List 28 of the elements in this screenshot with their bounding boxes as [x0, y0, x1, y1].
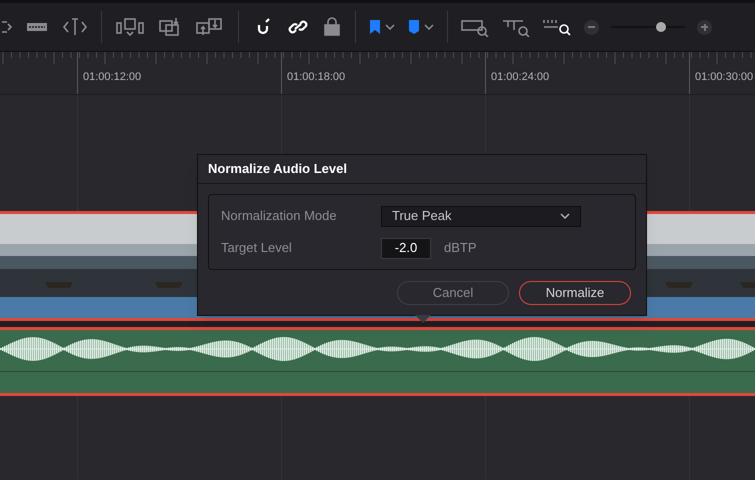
cancel-button[interactable]: Cancel [397, 281, 509, 305]
timecode-label: 01:00:30:00 [695, 71, 754, 83]
zoom-full-icon[interactable] [461, 17, 489, 37]
lock-icon[interactable] [322, 17, 342, 37]
normalize-button[interactable]: Normalize [519, 281, 631, 305]
timecode-label: 01:00:12:00 [83, 71, 142, 83]
pointer-arrow-icon [415, 315, 431, 323]
field-label: Target Level [221, 239, 293, 258]
insert-clip-icon[interactable] [115, 17, 145, 37]
dialog-title: Normalize Audio Level [208, 160, 347, 178]
zoom-detail-icon[interactable] [502, 17, 530, 37]
marker-icon[interactable] [408, 19, 420, 35]
mode-dropdown[interactable]: True Peak [381, 206, 581, 226]
flag-icon[interactable] [369, 19, 381, 35]
field-label: Normalization Mode [221, 207, 338, 226]
timecode-label: 01:00:24:00 [491, 71, 550, 83]
replace-clip-icon[interactable] [195, 17, 225, 37]
chevron-down-icon [560, 213, 570, 219]
zoom-in-button[interactable] [697, 20, 712, 34]
slider-thumb[interactable] [656, 22, 666, 32]
overwrite-clip-icon[interactable] [158, 17, 182, 37]
zoom-custom-icon[interactable] [543, 17, 571, 37]
zoom-out-button[interactable] [584, 20, 599, 34]
unit-label: dBTP [444, 239, 477, 258]
timecode-label: 01:00:18:00 [287, 71, 346, 83]
target-level-field[interactable]: -2.0 [381, 238, 431, 258]
chevron-down-icon[interactable] [385, 24, 395, 30]
chevron-down-icon[interactable] [424, 24, 434, 30]
